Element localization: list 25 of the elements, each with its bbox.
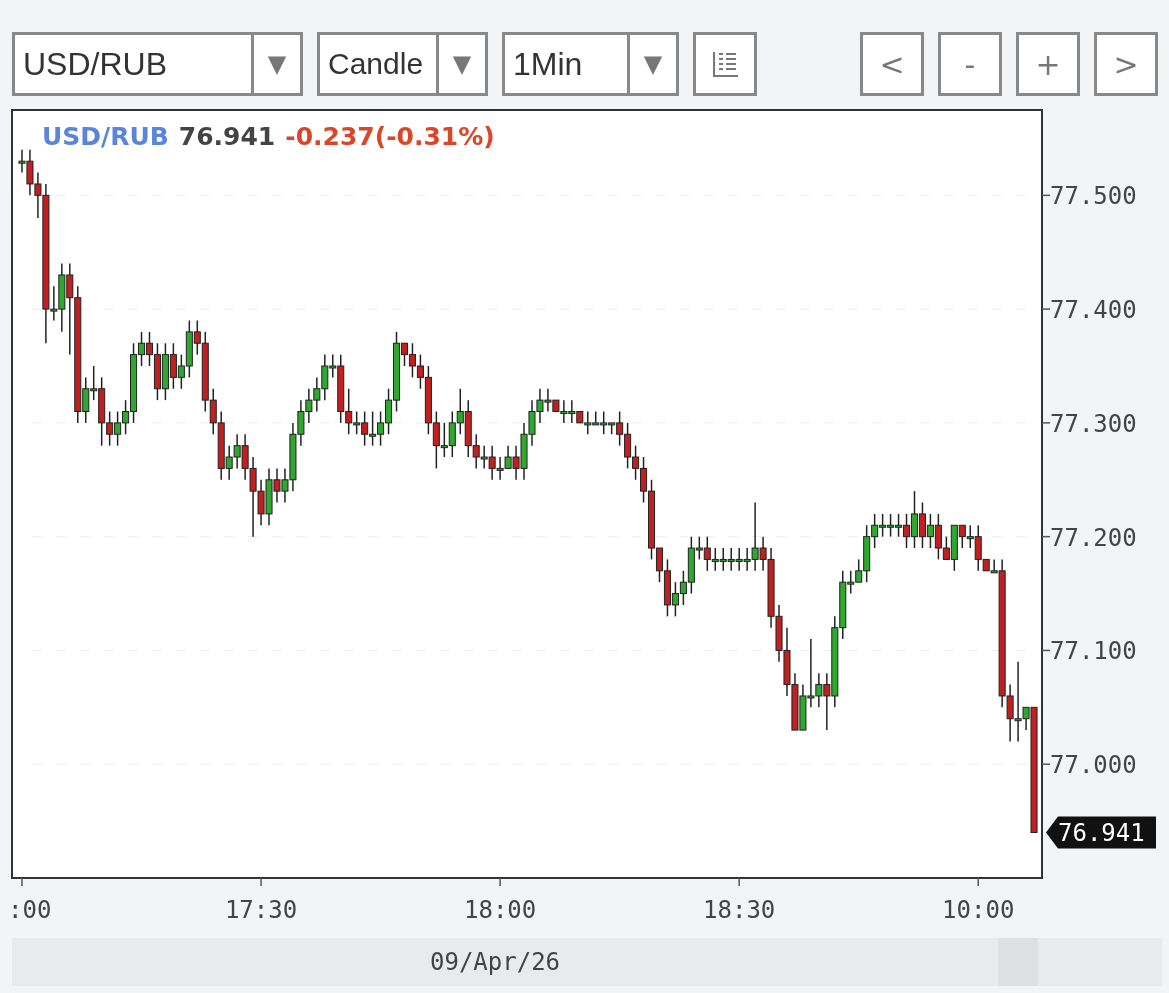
price-axis-label: 77.200 xyxy=(1050,523,1137,552)
price-axis-label: 77.400 xyxy=(1050,296,1137,325)
price-axis-label: 77.500 xyxy=(1050,182,1137,211)
time-axis-label: 10:00 xyxy=(942,896,1015,924)
time-axis-label: 18:00 xyxy=(464,896,537,924)
price-axis-label: 77.300 xyxy=(1050,409,1137,438)
nav-button[interactable]: + xyxy=(1016,32,1080,96)
last-price-tag: 76.941 xyxy=(1046,816,1156,849)
time-axis-label: :00 xyxy=(8,896,52,924)
symbol-label: USD/RUB xyxy=(42,122,169,151)
list-icon xyxy=(710,49,740,79)
dropdown[interactable]: USD/RUB ▼ xyxy=(12,32,303,96)
time-axis-label: 17:30 xyxy=(224,896,298,924)
price-axis-label: 77.100 xyxy=(1050,637,1137,666)
nav-button[interactable]: < xyxy=(860,32,924,96)
table-view-button[interactable] xyxy=(693,32,757,96)
time-axis-label: 18:30 xyxy=(703,896,776,924)
nav-button[interactable]: > xyxy=(1094,32,1158,96)
nav-button[interactable]: - xyxy=(938,32,1002,96)
date-label: 09/Apr/26 xyxy=(430,948,561,976)
dropdown[interactable]: Candle ▼ xyxy=(317,32,488,96)
price-axis-label: 77.000 xyxy=(1050,751,1137,780)
dropdown[interactable]: 1Min ▼ xyxy=(502,32,679,96)
price-label: 76.941 xyxy=(178,122,276,151)
change-label: -0.237(-0.31%) xyxy=(285,122,495,151)
